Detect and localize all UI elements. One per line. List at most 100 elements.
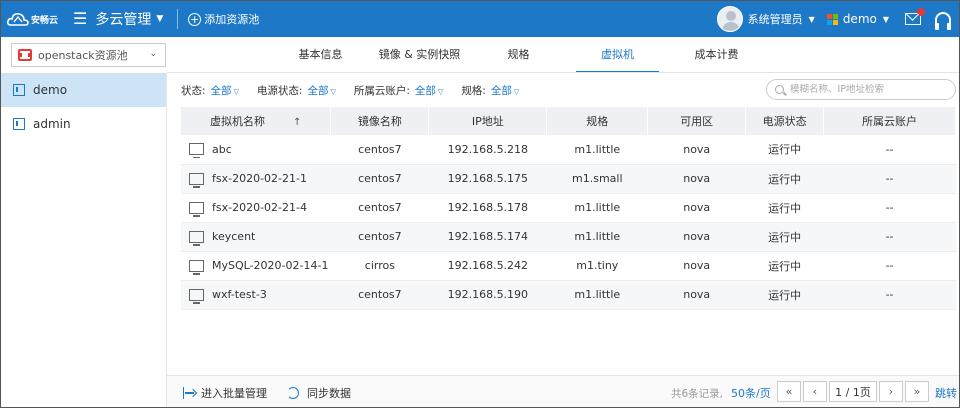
sidebar-item-admin[interactable]: admin [1,107,166,141]
account-cell: -- [823,280,956,310]
table-row[interactable]: fsx-2020-02-21-4 centos7 192.168.5.178 m… [181,193,956,223]
user-avatar[interactable] [716,6,743,32]
search-input[interactable] [790,84,950,95]
sync-data-button[interactable]: 同步数据 [287,385,351,401]
user-name[interactable]: 系统管理员 [748,11,803,27]
project-icon [13,84,25,96]
filter-account-label: 所属云账户: [353,84,410,97]
grid-tile [832,19,838,25]
column-header-account: 所属云账户 [823,107,956,135]
zone-cell: nova [647,280,746,310]
headset-icon[interactable] [935,12,951,30]
vm-name[interactable]: MySQL-2020-02-14-1 [212,259,328,272]
sort-asc-icon[interactable]: ↑ [293,117,301,128]
vm-name-cell[interactable]: wxf-test-3 [181,280,331,310]
prev-page-button[interactable]: ‹ [803,381,827,402]
grid-tile [826,19,832,25]
vm-name-cell[interactable]: fsx-2020-02-21-4 [181,193,331,223]
flavor-cell: m1.small [546,164,648,194]
vm-name-cell[interactable]: keycent [181,222,331,252]
table-header-row: 虚拟机名称 ↑ 镜像名称 IP地址 规格 可用区 电源状态 所属云账户 [181,107,956,135]
last-page-button[interactable]: » [905,381,929,402]
app-window: 安畅云 ☰ 多云管理 ▼ + 添加资源池 系统管理员 ▼ demo ▼ open… [0,0,960,408]
chevron-down-icon: ▽ [233,87,239,96]
filter-power-select[interactable]: 全部 ▽ [307,83,335,98]
grid-tile [826,13,832,19]
flavor-cell: m1.little [546,222,648,252]
zone-cell: nova [647,193,746,223]
project-grid-icon [826,13,838,25]
page-indicator[interactable]: 1 / 1页 [829,381,877,402]
chevron-down-icon[interactable]: ▼ [156,14,163,24]
monitor-icon [189,201,204,217]
mail-icon[interactable] [905,8,925,25]
ip-cell: 192.168.5.175 [428,164,547,194]
chevron-down-icon[interactable]: ▼ [809,15,815,24]
flavor-cell: m1.little [546,280,648,310]
project-sidebar: demo admin [1,73,167,407]
tab-images-snapshots[interactable]: 镜像 & 实例快照 [370,37,469,73]
table-row[interactable]: wxf-test-3 centos7 192.168.5.190 m1.litt… [181,280,956,310]
table-row[interactable]: fsx-2020-02-21-1 centos7 192.168.5.175 m… [181,164,956,194]
chevron-down-icon: ▽ [330,87,336,96]
chevron-down-icon: ▽ [513,87,520,96]
tab-basic-info[interactable]: 基本信息 [271,37,370,73]
project-icon [13,118,25,130]
monitor-icon [189,259,204,275]
vm-name-cell[interactable]: MySQL-2020-02-14-1 [181,251,331,281]
tab-vms[interactable]: 虚拟机 [568,37,667,73]
tab-flavors[interactable]: 规格 [469,37,568,73]
vm-name[interactable]: keycent [212,230,255,243]
menu-icon[interactable]: ☰ [73,11,87,27]
table-row[interactable]: abc centos7 192.168.5.218 m1.little nova… [181,135,956,165]
sidebar-item-label: demo [33,83,68,97]
filter-bar: 状态: 全部 ▽ 电源状态: 全部 ▽ 所属云账户: 全部 ▽ 规格: 全部 ▽ [181,81,537,99]
chevron-down-icon[interactable]: ▼ [883,15,889,24]
account-cell: -- [823,135,956,165]
app-title[interactable]: 多云管理 [95,9,151,29]
next-page-button[interactable]: › [879,381,903,402]
vm-table: 虚拟机名称 ↑ 镜像名称 IP地址 规格 可用区 电源状态 所属云账户 abc c… [181,107,956,310]
total-records: 共6条记录, [671,388,724,400]
image-cell: centos7 [330,164,429,194]
filter-status-select[interactable]: 全部 ▽ [211,83,239,98]
power-status-cell: 运行中 [745,193,824,223]
search-icon[interactable] [775,85,784,94]
zone-cell: nova [647,135,746,165]
vm-name[interactable]: fsx-2020-02-21-4 [212,201,307,214]
openstack-icon [18,49,32,61]
vm-name[interactable]: abc [212,143,232,156]
page-size-select[interactable]: 50条/页 [731,385,771,401]
batch-manage-button[interactable]: 进入批量管理 [183,385,267,401]
filter-flavor-value: 全部 [490,84,512,97]
table-row[interactable]: MySQL-2020-02-14-1 cirros 192.168.5.242 … [181,251,956,281]
vm-name-cell[interactable]: abc [181,135,331,165]
chevron-down-icon: ▽ [437,87,444,96]
first-page-button[interactable]: « [777,381,801,402]
vm-name[interactable]: fsx-2020-02-21-1 [212,172,307,185]
column-header-zone: 可用区 [647,107,747,135]
sidebar-item-demo[interactable]: demo [1,73,166,107]
vm-name-cell[interactable]: fsx-2020-02-21-1 [181,164,331,194]
filter-flavor-select[interactable]: 全部 ▽ [491,83,519,98]
filter-flavor-label: 规格: [461,84,486,97]
vm-name[interactable]: wxf-test-3 [212,288,267,301]
sidebar-item-label: admin [33,117,71,131]
brand-logo[interactable]: 安畅云 [1,1,63,37]
filter-account-select[interactable]: 全部 ▽ [415,83,443,98]
tab-cost-billing[interactable]: 成本计费 [667,37,766,73]
image-cell: centos7 [330,222,429,252]
monitor-icon [189,143,204,159]
refresh-icon [287,387,299,399]
project-name[interactable]: demo [843,12,877,26]
table-row[interactable]: keycent centos7 192.168.5.174 m1.little … [181,222,956,252]
filter-power-label: 电源状态: [256,84,303,97]
monitor-icon [189,288,204,304]
image-cell: centos7 [330,280,429,310]
column-header-name[interactable]: 虚拟机名称 ↑ [181,107,332,135]
jump-button[interactable]: 跳转 [935,385,957,401]
add-pool-button[interactable]: + 添加资源池 [188,11,259,27]
image-cell: centos7 [330,135,429,165]
pool-select[interactable]: openstack资源池 ⌄ [11,43,166,67]
filter-status-label: 状态: [181,84,206,97]
